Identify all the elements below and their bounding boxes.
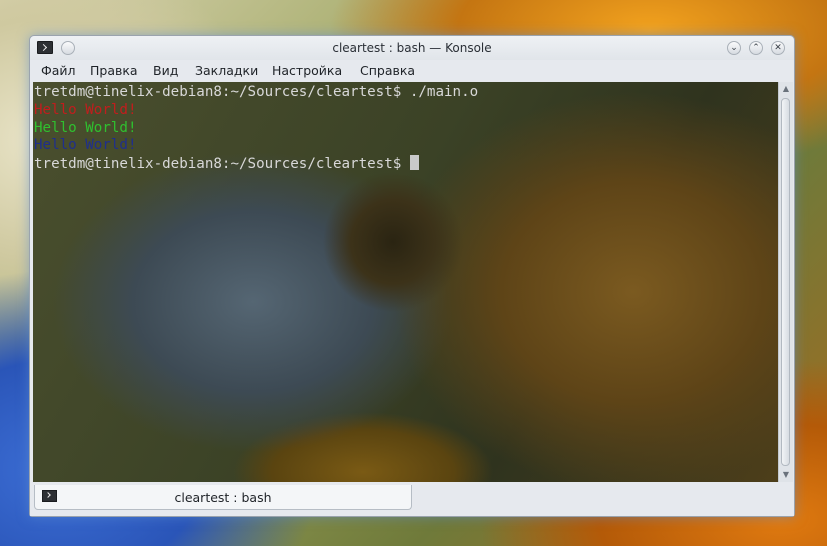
terminal-line-text: Hello World! xyxy=(34,119,137,136)
terminal-line: tretdm@tinelix-debian8:~/Sources/clearte… xyxy=(34,155,478,174)
menu-edit[interactable]: Правка xyxy=(90,63,138,78)
text-cursor xyxy=(409,155,419,171)
terminal-line: Hello World! xyxy=(34,137,478,155)
konsole-window: cleartest : bash — Konsole ⌄ ⌃ ✕ Файл Пр… xyxy=(29,35,795,517)
terminal-line: Hello World! xyxy=(34,120,478,138)
minimize-button[interactable]: ⌄ xyxy=(727,41,741,55)
scroll-up-arrow-icon[interactable]: ▲ xyxy=(779,83,793,95)
title-bar[interactable]: cleartest : bash — Konsole ⌄ ⌃ ✕ xyxy=(30,36,794,60)
terminal-area[interactable]: tretdm@tinelix-debian8:~/Sources/clearte… xyxy=(33,82,778,482)
menu-bar: Файл Правка Вид Закладки Настройка Справ… xyxy=(30,60,794,80)
tab-bar: cleartest : bash xyxy=(30,483,794,516)
menu-help[interactable]: Справка xyxy=(360,63,415,78)
terminal-line-text: Hello World! xyxy=(34,137,137,154)
tab-label: cleartest : bash xyxy=(174,490,272,505)
terminal-line: Hello World! xyxy=(34,102,478,120)
scroll-thumb[interactable] xyxy=(781,98,790,466)
terminal-line-text: tretdm@tinelix-debian8:~/Sources/clearte… xyxy=(34,84,479,100)
terminal-line: tretdm@tinelix-debian8:~/Sources/clearte… xyxy=(34,84,478,102)
scroll-down-arrow-icon[interactable]: ▼ xyxy=(779,469,793,481)
menu-file[interactable]: Файл xyxy=(41,63,76,78)
menu-settings[interactable]: Настройка xyxy=(272,63,342,78)
maximize-button[interactable]: ⌃ xyxy=(749,41,763,55)
terminal-output: tretdm@tinelix-debian8:~/Sources/clearte… xyxy=(34,84,478,174)
terminal-line-text: Hello World! xyxy=(34,101,137,118)
close-button[interactable]: ✕ xyxy=(771,41,785,55)
terminal-line-text: tretdm@tinelix-debian8:~/Sources/clearte… xyxy=(34,156,410,173)
menu-bookmarks[interactable]: Закладки xyxy=(195,63,258,78)
menu-view[interactable]: Вид xyxy=(153,63,178,78)
tab-cleartest-bash[interactable]: cleartest : bash xyxy=(34,485,412,510)
window-title: cleartest : bash — Konsole xyxy=(332,41,492,55)
scrollbar[interactable]: ▲ ▼ xyxy=(778,82,793,482)
